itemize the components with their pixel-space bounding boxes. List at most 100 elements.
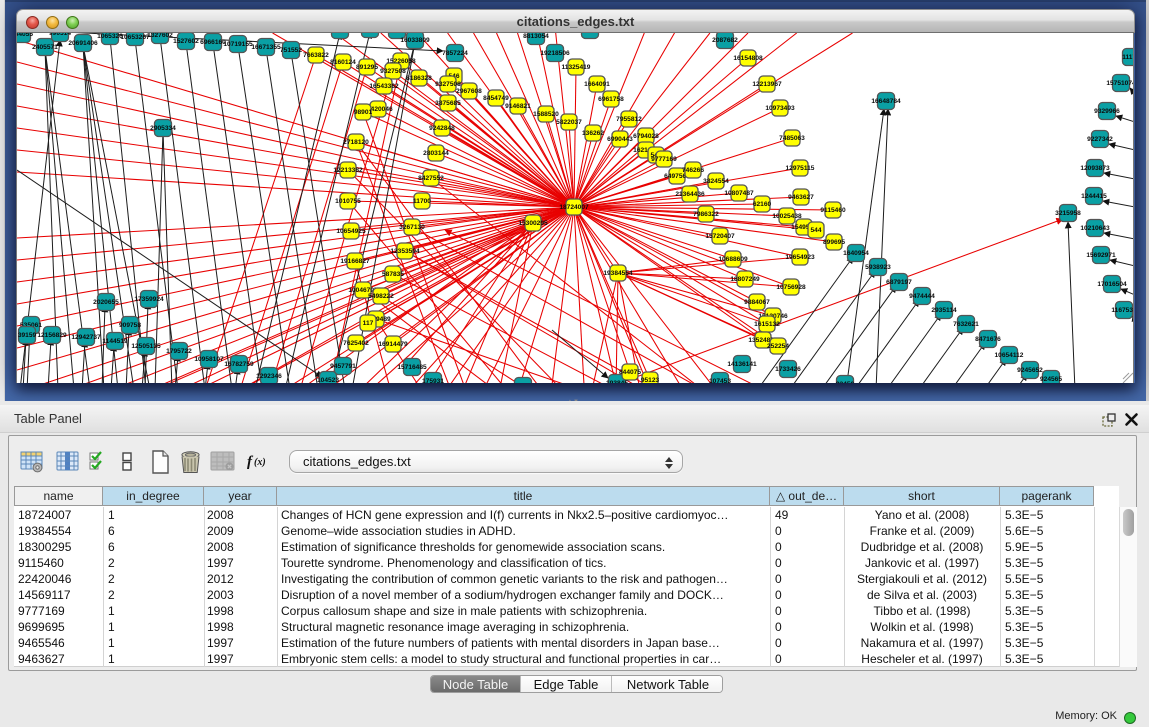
svg-text:19166827: 19166827	[340, 258, 370, 265]
svg-text:104523: 104523	[317, 377, 339, 383]
svg-text:6966160: 6966160	[200, 39, 226, 46]
svg-text:7632621: 7632621	[953, 321, 979, 328]
svg-text:7955812: 7955812	[616, 116, 642, 123]
svg-text:7625402: 7625402	[343, 340, 369, 347]
svg-text:9242848: 9242848	[429, 125, 455, 132]
svg-text:1065326: 1065326	[97, 33, 123, 40]
svg-text:6879197: 6879197	[886, 279, 912, 286]
svg-text:1244415: 1244415	[1081, 193, 1107, 200]
svg-text:16648784: 16648784	[871, 98, 901, 105]
svg-text:587835: 587835	[382, 271, 404, 278]
svg-text:21364436: 21364436	[675, 191, 705, 198]
svg-text:8427552: 8427552	[418, 175, 444, 182]
svg-text:16782759: 16782759	[224, 361, 254, 368]
svg-text:16671355: 16671355	[251, 44, 281, 51]
svg-text:6794028: 6794028	[633, 133, 659, 140]
svg-text:10025438: 10025438	[772, 213, 802, 220]
svg-text:7485063: 7485063	[779, 135, 805, 142]
svg-text:746266: 746266	[682, 167, 704, 174]
svg-text:10756928: 10756928	[776, 284, 806, 291]
svg-text:8186328: 8186328	[406, 75, 432, 82]
svg-text:831305: 831305	[579, 33, 601, 34]
svg-text:15300295: 15300295	[518, 220, 548, 227]
svg-text:15692971: 15692971	[1086, 252, 1116, 259]
svg-text:12213967: 12213967	[752, 81, 782, 88]
svg-text:1292346: 1292346	[256, 373, 282, 380]
svg-text:10688609: 10688609	[718, 256, 748, 263]
svg-text:1588520: 1588520	[533, 111, 559, 118]
svg-text:1664091: 1664091	[584, 81, 610, 88]
svg-text:3824554: 3824554	[703, 178, 729, 185]
svg-text:990514: 990514	[49, 33, 71, 37]
svg-text:62160: 62160	[753, 201, 772, 208]
svg-text:1327602: 1327602	[147, 33, 173, 39]
svg-text:12353594: 12353594	[390, 248, 420, 255]
svg-text:10210643: 10210643	[1080, 225, 1110, 232]
svg-text:9327508: 9327508	[435, 81, 461, 88]
svg-text:1527602: 1527602	[173, 38, 199, 45]
svg-text:8160124: 8160124	[330, 59, 356, 66]
svg-text:136262: 136262	[582, 130, 604, 137]
svg-text:95123: 95123	[641, 377, 660, 383]
svg-text:9474444: 9474444	[909, 293, 935, 300]
svg-text:164055: 164055	[17, 33, 33, 38]
svg-text:9777169: 9777169	[651, 156, 677, 163]
svg-text:2905334: 2905334	[150, 125, 176, 132]
svg-text:16154808: 16154808	[733, 55, 763, 62]
svg-text:175931: 175931	[422, 378, 444, 383]
svg-text:2020655: 2020655	[93, 299, 119, 306]
svg-text:8813054: 8813054	[523, 33, 549, 40]
svg-text:995033: 995033	[329, 33, 351, 34]
svg-text:12942737: 12942737	[71, 334, 101, 341]
svg-text:19218506: 19218506	[540, 50, 570, 57]
svg-text:107453: 107453	[709, 378, 731, 383]
svg-text:1795722: 1795722	[166, 348, 192, 355]
svg-text:7663822: 7663822	[303, 52, 329, 59]
svg-text:9457791: 9457791	[330, 363, 356, 370]
svg-text:2803144: 2803144	[423, 150, 449, 157]
svg-text:1010755: 1010755	[335, 198, 361, 205]
svg-text:8454749: 8454749	[483, 95, 509, 102]
svg-text:9463627: 9463627	[788, 194, 814, 201]
svg-text:5498222: 5498222	[368, 293, 394, 300]
svg-text:9245652: 9245652	[1017, 367, 1043, 374]
svg-text:16543382: 16543382	[369, 83, 399, 90]
svg-text:751552: 751552	[280, 47, 302, 54]
svg-text:10807487: 10807487	[724, 190, 754, 197]
svg-text:544: 544	[810, 227, 821, 234]
svg-text:891295: 891295	[356, 64, 378, 71]
svg-text:f: f	[247, 454, 254, 469]
svg-text:1615132: 1615132	[754, 321, 780, 328]
svg-text:92450: 92450	[836, 381, 855, 383]
svg-text:9146821: 9146821	[505, 103, 531, 110]
svg-text:909758: 909758	[119, 322, 141, 329]
svg-text:39159: 39159	[18, 332, 37, 339]
svg-text:5822037: 5822037	[556, 119, 582, 126]
svg-text:10654925: 10654925	[336, 228, 366, 235]
svg-text:12213382: 12213382	[333, 167, 363, 174]
svg-text:17016504: 17016504	[1097, 281, 1127, 288]
svg-text:3215958: 3215958	[1055, 210, 1081, 217]
svg-text:844075: 844075	[619, 369, 641, 376]
svg-text:2935114: 2935114	[931, 307, 957, 314]
svg-text:1167533: 1167533	[1111, 307, 1134, 314]
svg-text:12505135: 12505135	[131, 343, 161, 350]
svg-text:2967608: 2967608	[456, 88, 482, 95]
svg-text:2087682: 2087682	[712, 37, 738, 44]
svg-text:20691406: 20691406	[68, 40, 98, 47]
svg-text:15716485: 15716485	[397, 364, 427, 371]
svg-text:117: 117	[363, 320, 374, 327]
svg-text:10653267: 10653267	[120, 34, 150, 41]
svg-text:252254: 252254	[767, 343, 789, 350]
svg-text:(x): (x)	[254, 457, 266, 468]
svg-text:10958107: 10958107	[194, 356, 224, 363]
svg-text:7857224: 7857224	[442, 50, 468, 57]
svg-text:1733426: 1733426	[775, 366, 801, 373]
svg-text:12093873: 12093873	[1080, 165, 1110, 172]
svg-text:18724007: 18724007	[559, 204, 589, 211]
svg-text:17359924: 17359924	[134, 296, 164, 303]
svg-text:10654112: 10654112	[995, 352, 1024, 359]
svg-text:3875685: 3875685	[435, 100, 461, 107]
svg-text:1640954: 1640954	[843, 250, 869, 257]
svg-text:16914479: 16914479	[378, 341, 408, 348]
